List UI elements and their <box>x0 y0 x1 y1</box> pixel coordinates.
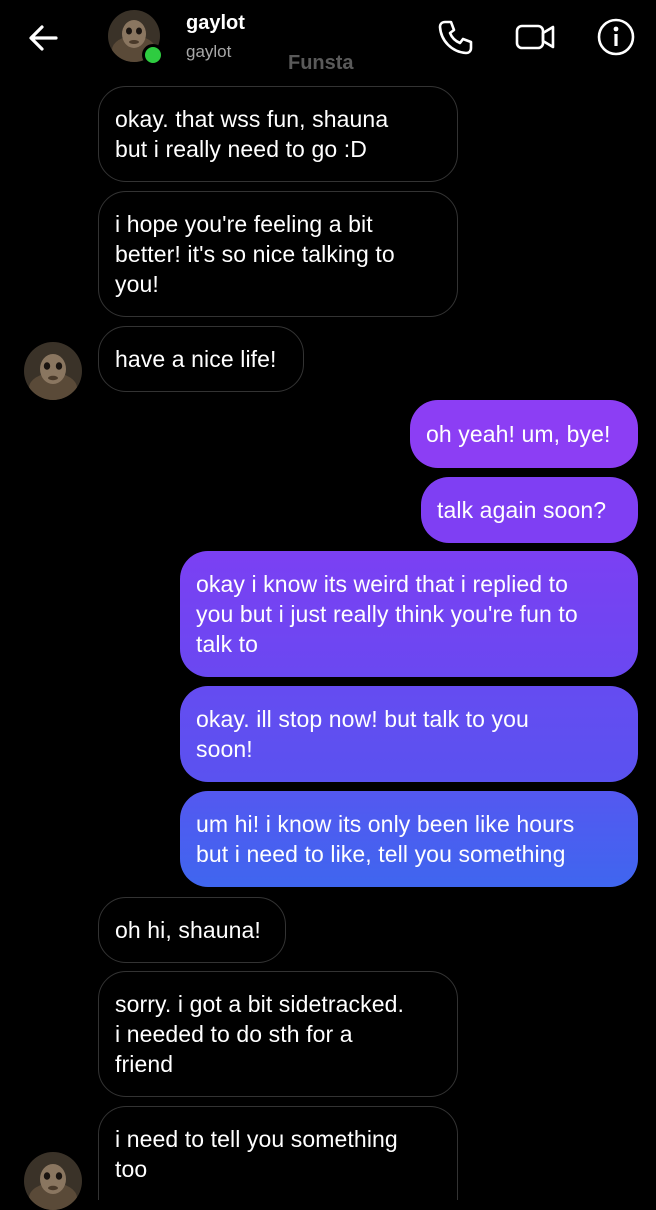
message-received[interactable]: i hope you're feeling a bit better! it's… <box>98 191 458 317</box>
message-sent[interactable]: talk again soon? <box>421 477 638 543</box>
message-received[interactable]: have a nice life! <box>98 326 304 392</box>
chat-header: gaylot gaylot Funsta <box>0 0 656 80</box>
message-sent[interactable]: um hi! i know its only been like hours b… <box>180 791 638 887</box>
online-status-indicator <box>142 44 164 66</box>
message-received[interactable]: oh hi, shauna! <box>98 897 286 963</box>
back-arrow-icon[interactable] <box>24 18 64 58</box>
message-received[interactable]: sorry. i got a bit sidetracked. i needed… <box>98 971 458 1097</box>
contact-avatar-small[interactable] <box>24 342 82 400</box>
message-sent[interactable]: okay i know its weird that i replied to … <box>180 551 638 677</box>
message-sent[interactable]: okay. ill stop now! but talk to you soon… <box>180 686 638 782</box>
info-icon[interactable] <box>595 16 637 58</box>
phone-icon[interactable] <box>434 16 476 58</box>
video-camera-icon[interactable] <box>514 16 556 58</box>
watermark-text: Funsta <box>288 52 354 74</box>
message-sent[interactable]: oh yeah! um, bye! <box>410 400 638 468</box>
contact-avatar-small[interactable] <box>24 1152 82 1210</box>
message-received[interactable]: okay. that wss fun, shauna but i really … <box>98 86 458 182</box>
contact-username: gaylot <box>186 42 232 61</box>
message-received[interactable]: i need to tell you something too <box>98 1106 458 1200</box>
contact-name[interactable]: gaylot <box>186 12 245 35</box>
